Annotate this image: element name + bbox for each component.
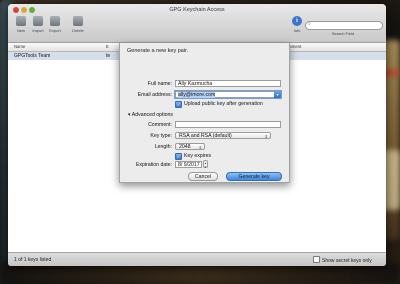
length-value: 2048 [179,144,191,150]
email-address-label: Email address: [137,92,172,98]
expiration-date-label: Expiration date: [135,162,172,168]
export-icon [50,16,60,26]
upload-public-key-label: Upload public key after generation [184,101,263,107]
gpg-keychain-window: GPG Keychain Access New Import Export De… [8,4,386,266]
expiration-date-field[interactable]: 8/ 9/2017 [175,161,202,168]
toolbar-delete-label: Delete [72,28,84,33]
titlebar-toolbar: GPG Keychain Access New Import Export De… [8,4,386,43]
checkmark-icon: ✓ [175,153,182,160]
search-icon: ⌕ [308,21,311,27]
length-label: Length: [154,144,172,150]
column-email-header[interactable]: E [106,44,109,49]
toolbar-delete-button[interactable]: Delete [68,16,88,33]
popup-arrows-icon: ⇕ [264,134,268,139]
toolbar-info-label: Info [293,28,301,33]
status-bar: 1 of 1 keys listed Show secret keys only [8,252,386,266]
length-popup[interactable]: 2048 ⇕ [175,143,205,150]
generate-key-button[interactable]: Generate key [226,172,282,181]
toolbar-export-label: Export [49,28,61,33]
comment-label: Comment: [148,122,172,128]
advanced-options-disclosure[interactable]: ▾ Advanced options [128,112,173,118]
keys-count-status: 1 of 1 keys listed [14,257,52,263]
key-type-value: RSA and RSA (default) [179,133,232,139]
key-expires-checkbox[interactable]: ✓ Key expires [175,153,211,160]
import-icon [33,16,43,26]
sheet-title: Generate a new key pair. [127,48,189,54]
chevron-down-icon[interactable]: ▾ [274,91,281,98]
full-name-field[interactable]: Ally Kazmucha [175,80,281,87]
key-type-popup[interactable]: RSA and RSA (default) ⇕ [175,132,271,139]
key-type-label: Key type: [150,133,172,139]
toolbar-export-button[interactable]: Export [45,16,65,33]
checkmark-icon: ✓ [175,101,182,108]
new-key-icon [16,16,26,26]
toolbar-info-button[interactable]: i Info [290,16,304,33]
email-value: ally@imore.com [178,92,216,98]
column-name-header[interactable]: Name [14,44,25,49]
disclosure-triangle-icon: ▾ [128,112,131,118]
generate-key-sheet: Generate a new key pair. Full name: Ally… [119,43,290,183]
delete-icon [73,16,83,26]
show-secret-keys-checkbox[interactable]: Show secret keys only [313,256,372,264]
cancel-button[interactable]: Cancel [188,172,218,181]
upload-public-key-checkbox[interactable]: ✓ Upload public key after generation [175,101,263,108]
row-name-cell: GPGTools Team [14,53,51,59]
date-stepper[interactable]: ▴ ▾ [203,160,208,169]
full-name-label: Full name: [147,81,172,87]
search-input[interactable]: ⌕ [305,21,383,30]
show-secret-label: Show secret keys only [322,258,372,264]
checkbox-box [313,256,320,263]
advanced-options-label: Advanced options [131,112,174,118]
key-expires-label: Key expires [184,153,212,159]
email-address-field[interactable]: ally@imore.com ▾ [175,91,281,98]
row-email-cell: te [106,53,111,59]
window-title: GPG Keychain Access [169,7,225,13]
popup-arrows-icon: ⇕ [198,145,202,150]
search-field-label: Search Field [331,31,355,36]
info-icon: i [292,16,302,26]
comment-field[interactable] [175,121,281,128]
